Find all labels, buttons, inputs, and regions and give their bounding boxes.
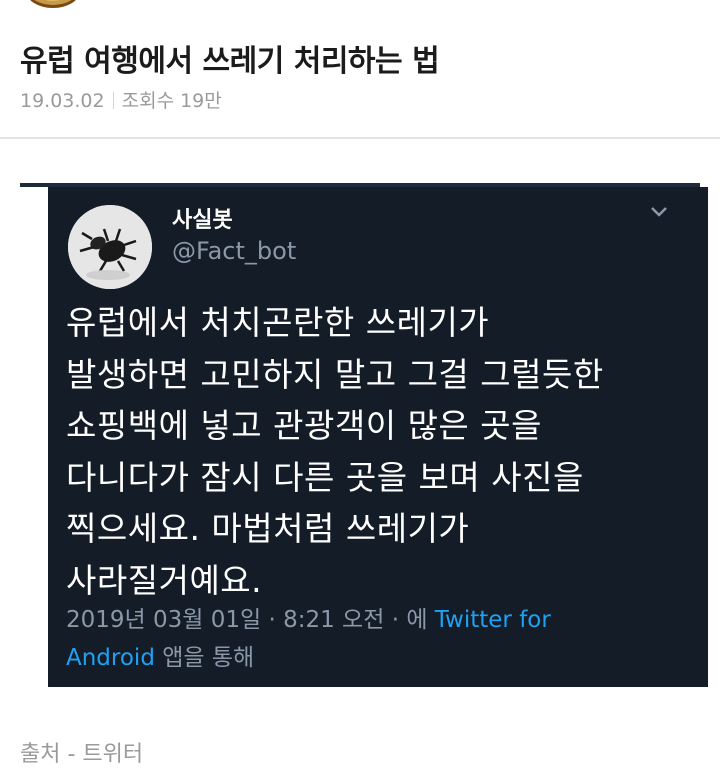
tweet-timestamp: 2019년 03월 01일 · 8:21 오전 · 에 xyxy=(66,607,435,633)
view-count: 조회수 19만 xyxy=(121,90,222,112)
tweet-line: 쇼핑백에 넣고 관광객이 많은 곳을 xyxy=(66,406,542,445)
tweet-screenshot: 사실봇 @Fact_bot 유럽에서 처치곤란한 쓰레기가 발생하면 고민하지 … xyxy=(20,183,708,687)
author-avatar[interactable] xyxy=(26,0,80,8)
tweet-line: 찍으세요. 마법처럼 쓰레기가 xyxy=(66,509,470,548)
tweet-avatar xyxy=(68,205,152,289)
post-meta: 19.03.02 조회수 19만 xyxy=(20,86,222,113)
tweet-body: 유럽에서 처치곤란한 쓰레기가 발생하면 고민하지 말고 그걸 그럴듯한 쇼핑백… xyxy=(66,297,696,606)
tweet-card: 사실봇 @Fact_bot 유럽에서 처치곤란한 쓰레기가 발생하면 고민하지 … xyxy=(48,187,708,687)
tweet-line: 유럽에서 처치곤란한 쓰레기가 xyxy=(66,303,490,342)
tweet-footer: 2019년 03월 01일 · 8:21 오전 · 에 Twitter for A… xyxy=(66,601,626,677)
client-link-part1[interactable]: Twitter for xyxy=(435,607,551,633)
chevron-down-icon[interactable] xyxy=(648,205,670,219)
post-date: 19.03.02 xyxy=(20,90,105,112)
source-credit: 출처 - 트위터 xyxy=(20,742,144,767)
page-title: 유럽 여행에서 쓰레기 처리하는 법 xyxy=(20,44,440,79)
tweet-author-handle: @Fact_bot xyxy=(172,237,297,265)
tweet-line: 발생하면 고민하지 말고 그걸 그럴듯한 xyxy=(66,354,604,394)
tweet-line: 사라질거예요. xyxy=(66,560,263,600)
meta-divider xyxy=(112,92,114,109)
client-link-part2[interactable]: Android xyxy=(66,645,155,671)
beetle-icon xyxy=(68,205,152,289)
tweet-line: 다니다가 잠시 다른 곳을 보며 사진을 xyxy=(66,457,584,497)
header-divider xyxy=(0,137,720,139)
via-text: 앱을 통해 xyxy=(154,645,255,671)
tweet-author-name: 사실봇 xyxy=(172,208,233,233)
